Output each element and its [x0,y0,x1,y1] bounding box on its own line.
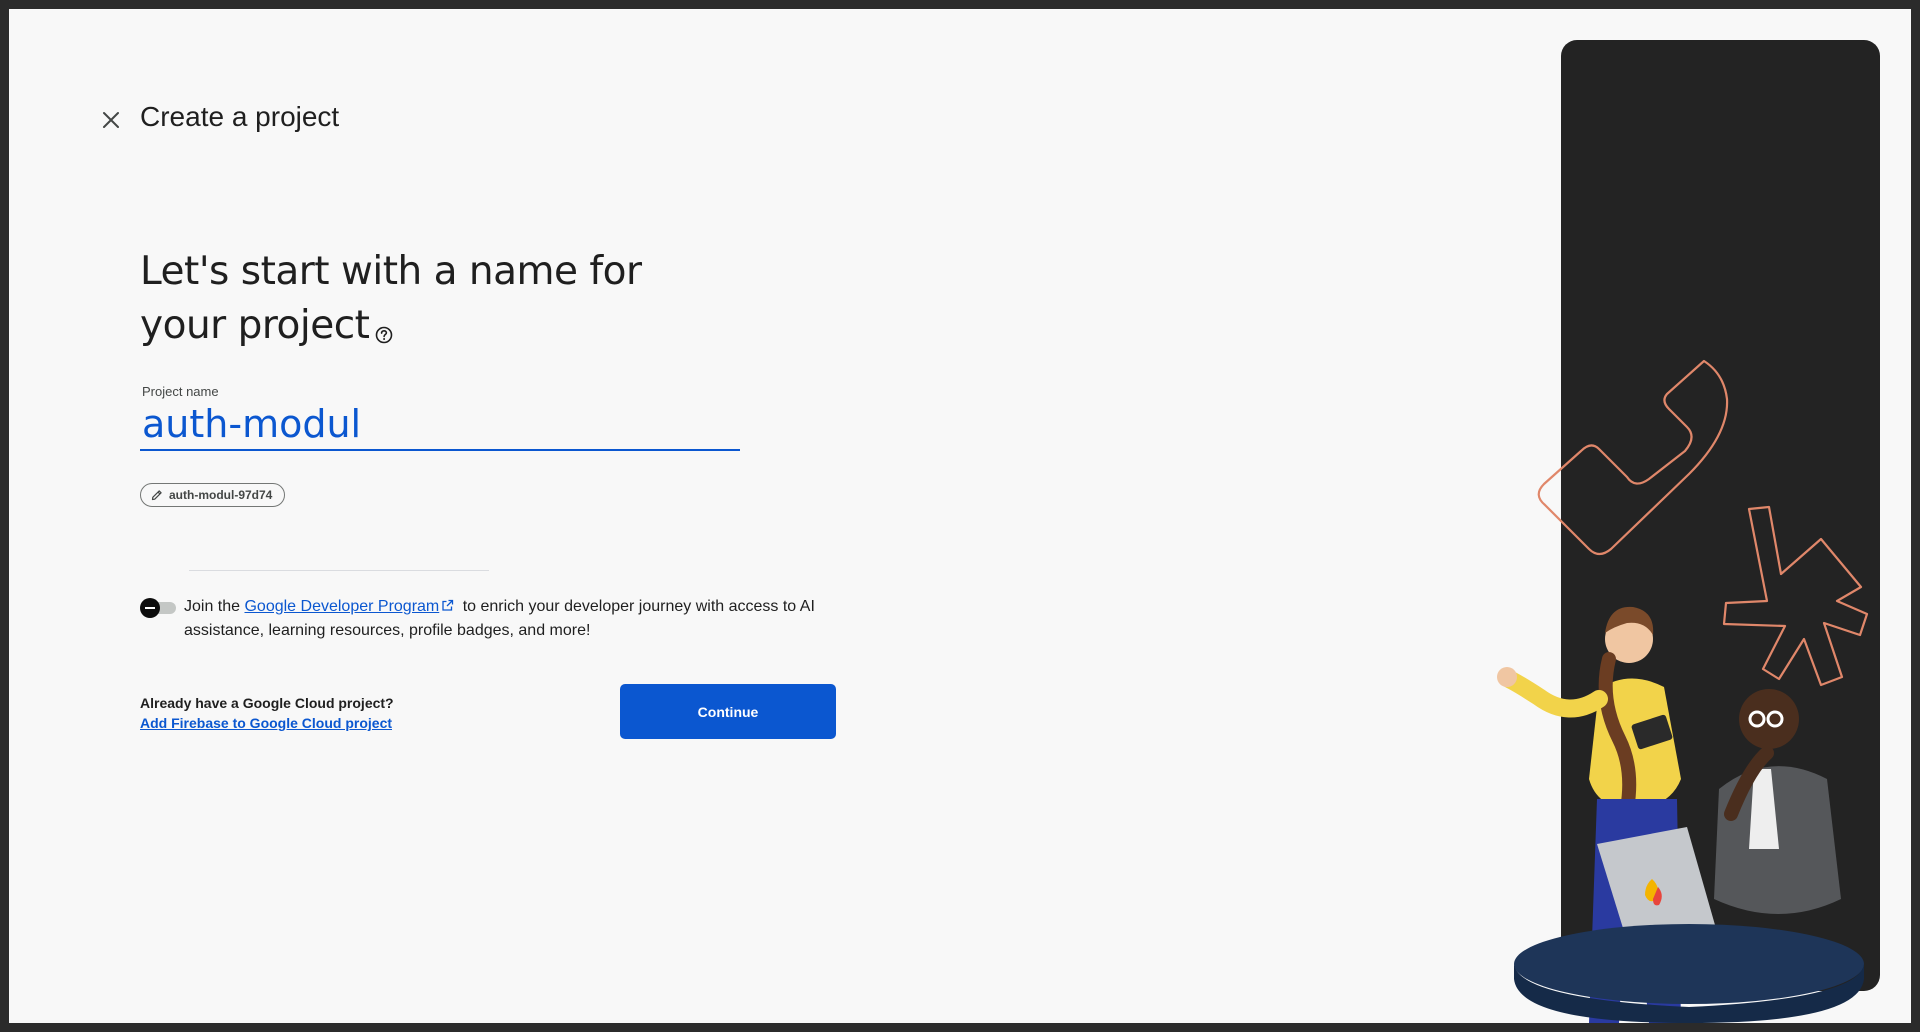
project-id-chip[interactable]: auth-modul-97d74 [140,483,286,507]
developer-program-prefix: Join the [184,598,245,615]
headline-line-2-text: your project [140,303,370,348]
continue-button[interactable]: Continue [620,684,836,739]
developer-program-text: Join the Google Developer Program to enr… [184,595,844,643]
google-developer-program-link[interactable]: Google Developer Program [244,598,439,615]
add-firebase-to-cloud-link[interactable]: Add Firebase to Google Cloud project [140,715,392,731]
external-link-icon [442,599,454,611]
divider [189,570,489,571]
pencil-icon [151,490,162,501]
project-name-label: Project name [142,384,219,399]
project-id-text: auth-modul-97d74 [169,488,273,502]
project-name-input[interactable] [140,399,740,451]
developer-program-toggle[interactable] [140,598,178,618]
headline: Let's start with a name for your project [140,245,660,359]
developers-illustration [1497,359,1869,1023]
close-button[interactable] [91,100,131,140]
headline-line-2: your project [140,299,660,359]
cloud-project-question: Already have a Google Cloud project? [140,695,394,711]
close-icon [103,112,119,128]
headline-line-1: Let's start with a name for [140,249,642,294]
help-icon[interactable] [375,305,393,359]
toggle-knob [140,598,160,618]
create-project-page: Create a project Let's start with a name… [9,9,1911,1023]
page-title: Create a project [140,101,340,132]
